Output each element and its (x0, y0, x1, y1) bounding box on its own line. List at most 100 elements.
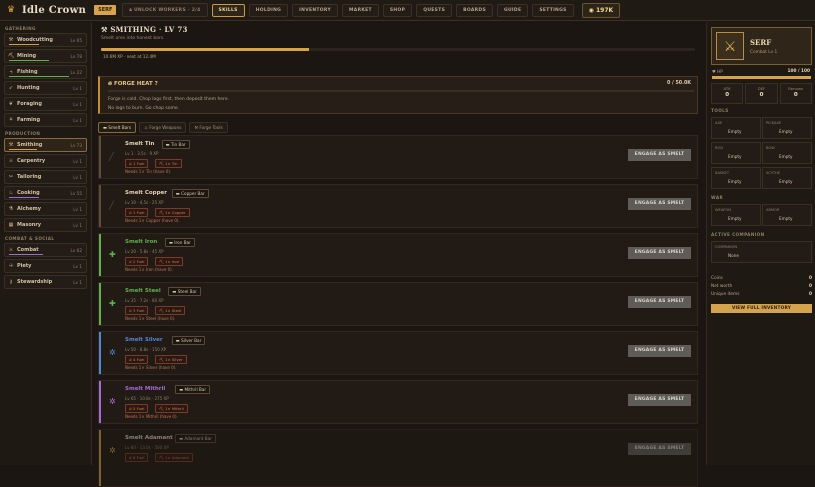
engage-smelt-button[interactable]: ENGAGE AS SMELT (628, 394, 691, 406)
sidebar-item-tailoring[interactable]: ✂ Tailoring Lv 1 (4, 170, 87, 184)
brick-icon: ▦ (8, 222, 14, 228)
requirement-text: Needs 1× Steel (have 0). (125, 316, 176, 321)
flask-icon: ⚗ (8, 206, 14, 212)
output-chip[interactable]: ▬ Silver Bar (171, 336, 206, 345)
summary-net-worth: Net worth 0 (711, 284, 812, 289)
view-inventory-button[interactable]: VIEW FULL INVENTORY (711, 304, 812, 313)
tool-slot-basket[interactable]: BASKET Empty (711, 167, 761, 189)
sidebar-item-woodcutting[interactable]: ⚒ Woodcutting Lv 65 (4, 33, 87, 47)
section-gathering: GATHERING (5, 26, 36, 31)
hp-bar (712, 76, 811, 79)
pickaxe-icon: ⛏ (8, 53, 15, 59)
fuel-cost: 🔥︎ 4 Fuel (125, 355, 149, 364)
summary-unique-items: Unique items 0 (711, 292, 812, 297)
recipe-accent (99, 430, 101, 486)
fuel-cost: 🔥︎ 5 Fuel (125, 404, 149, 413)
needle-icon: ✂ (8, 174, 14, 180)
forge-count: 0 / 50.0K (667, 81, 691, 86)
smithing-panel: ⚒ SMITHING · LV 73 Smelt ores into hones… (98, 22, 700, 487)
nav-guide[interactable]: GUIDE (496, 3, 529, 17)
engage-smelt-button[interactable]: ENGAGE AS SMELT (628, 149, 691, 161)
forge-title: 🔥︎ FORGE HEAT ? (108, 81, 158, 87)
war-slot-weapon[interactable]: WEAPON Empty (711, 204, 761, 226)
recipe-meta: Lv 20 · 5.8s · 45 XP (125, 249, 164, 254)
tab-smelt-bars[interactable]: ▬ Smelt Bars (98, 122, 137, 133)
page-subtitle: Smelt ores into honest bars. (101, 36, 165, 41)
forge-warning: No logs to burn. Go chop some. (108, 106, 180, 111)
sidebar-item-combat[interactable]: ⚔ Combat Lv 62 (4, 243, 87, 257)
nav-inventory[interactable]: INVENTORY (292, 3, 339, 17)
recipe-meta: Lv 80 · 13.0s · 500 XP (125, 445, 169, 450)
anvil-icon: ⚒ (101, 25, 111, 34)
nav-boards[interactable]: BOARDS (456, 3, 493, 17)
recipe-name: Smelt Iron (125, 239, 158, 245)
unlock-workers-button[interactable]: 🔒︎ UNLOCK WORKERS · 2/4 (122, 3, 208, 17)
sidebar-item-foraging[interactable]: ❦ Foraging Lv 1 (4, 97, 87, 111)
top-bar: ♛ Idle Crown SERF 🔒︎ UNLOCK WORKERS · 2/… (0, 0, 815, 21)
rank-badge: SERF (94, 5, 117, 15)
stat-renown: Renown 0 (779, 83, 812, 104)
tab-forge-weapons[interactable]: ⚔ Forge Weapons (139, 122, 187, 133)
bar-icon: ✲ (109, 446, 116, 455)
requirement-text: Needs 1× Silver (have 0). (125, 365, 177, 370)
engage-smelt-button[interactable]: ENGAGE AS SMELT (628, 296, 691, 308)
recipe-accent (99, 185, 101, 227)
tool-slot-pickaxe[interactable]: PICKAXE Empty (762, 117, 812, 139)
tool-slot-bow[interactable]: BOW Empty (762, 142, 812, 164)
skill-progress (9, 254, 43, 255)
bar-icon: ✲ (109, 348, 116, 357)
recipe-accent (99, 283, 101, 325)
hands-icon: ☩ (8, 263, 14, 269)
war-slot-armor[interactable]: ARMOR Empty (762, 204, 812, 226)
sidebar-item-stewardship[interactable]: ⚷ Stewardship Lv 1 (4, 275, 87, 289)
output-chip[interactable]: ▬ Iron Bar (165, 238, 195, 247)
ore-cost: ⛏ 1× Steel (155, 306, 186, 315)
engage-smelt-button[interactable]: ENGAGE AS SMELT (628, 345, 691, 357)
nav-shop[interactable]: SHOP (382, 3, 413, 17)
tool-slot-scythe[interactable]: SCYTHE Empty (762, 167, 812, 189)
engage-smelt-button[interactable]: ENGAGE AS SMELT (628, 443, 691, 455)
section-combat: COMBAT & SOCIAL (5, 236, 55, 241)
sidebar-item-mining[interactable]: ⛏ Mining Lv 78 (4, 49, 87, 63)
recipe-name: Smelt Copper (125, 190, 167, 196)
tool-slot-axe[interactable]: AXE Empty (711, 117, 761, 139)
help-icon[interactable]: ? (155, 81, 158, 87)
nav-holding[interactable]: HOLDING (248, 3, 289, 17)
companion-slot[interactable]: COMPANION None (711, 241, 812, 263)
output-chip[interactable]: ▬ Mithril Bar (175, 385, 211, 394)
sidebar-item-cooking[interactable]: ♨ Cooking Lv 55 (4, 186, 87, 200)
fuel-cost: 🔥︎ 3 Fuel (125, 306, 149, 315)
nav-settings[interactable]: SETTINGS (532, 3, 574, 17)
tab-forge-tools[interactable]: ⚒ Forge Tools (189, 122, 228, 133)
output-chip[interactable]: ▬ Tin Bar (161, 140, 190, 149)
sidebar-item-farming[interactable]: ⚘ Farming Lv 1 (4, 113, 87, 127)
requirement-text: Needs 1× Copper (have 0). (125, 218, 180, 223)
engage-smelt-button[interactable]: ENGAGE AS SMELT (628, 247, 691, 259)
skill-progress (9, 149, 37, 150)
engage-smelt-button[interactable]: ENGAGE AS SMELT (628, 198, 691, 210)
section-war: WAR (711, 195, 724, 200)
sidebar-item-hunting[interactable]: ➶ Hunting Lv 1 (4, 81, 87, 95)
recipe-meta: Lv 50 · 8.8s · 150 XP (125, 347, 167, 352)
fuel-cost: 🔥︎ 1 Fuel (125, 159, 149, 168)
nav-market[interactable]: MARKET (342, 3, 379, 17)
sidebar-item-alchemy[interactable]: ⚗ Alchemy Lv 1 (4, 202, 87, 216)
coin-icon: ◉ (588, 6, 596, 14)
sidebar-item-carpentry[interactable]: ⚔ Carpentry Lv 1 (4, 154, 87, 168)
sidebar-item-piety[interactable]: ☩ Piety Lv 1 (4, 259, 87, 273)
output-chip[interactable]: ▬ Copper Bar (171, 189, 209, 198)
output-chip[interactable]: ▬ Adamant Bar (175, 434, 216, 443)
nav-skills[interactable]: SKILLS (211, 3, 245, 17)
tool-slot-rod[interactable]: ROD Empty (711, 142, 761, 164)
pot-icon: ♨ (8, 190, 14, 196)
bar-icon: ✚ (109, 299, 116, 308)
recipe-accent (99, 332, 101, 374)
recipe-row: ✚ Smelt Iron ▬ Iron Bar Lv 20 · 5.8s · 45 X… (98, 233, 698, 277)
recipe-name: Smelt Adamant (125, 435, 173, 441)
nav-quests[interactable]: QUESTS (416, 3, 453, 17)
sword-icon: ⚔ (8, 247, 14, 253)
sidebar-item-masonry[interactable]: ▦ Masonry Lv 1 (4, 218, 87, 232)
sidebar-item-fishing[interactable]: ⥽ Fishing Lv 22 (4, 65, 87, 79)
output-chip[interactable]: ▬ Steel Bar (168, 287, 201, 296)
sidebar-item-smithing[interactable]: ⚒ Smithing Lv 73 (4, 138, 87, 152)
